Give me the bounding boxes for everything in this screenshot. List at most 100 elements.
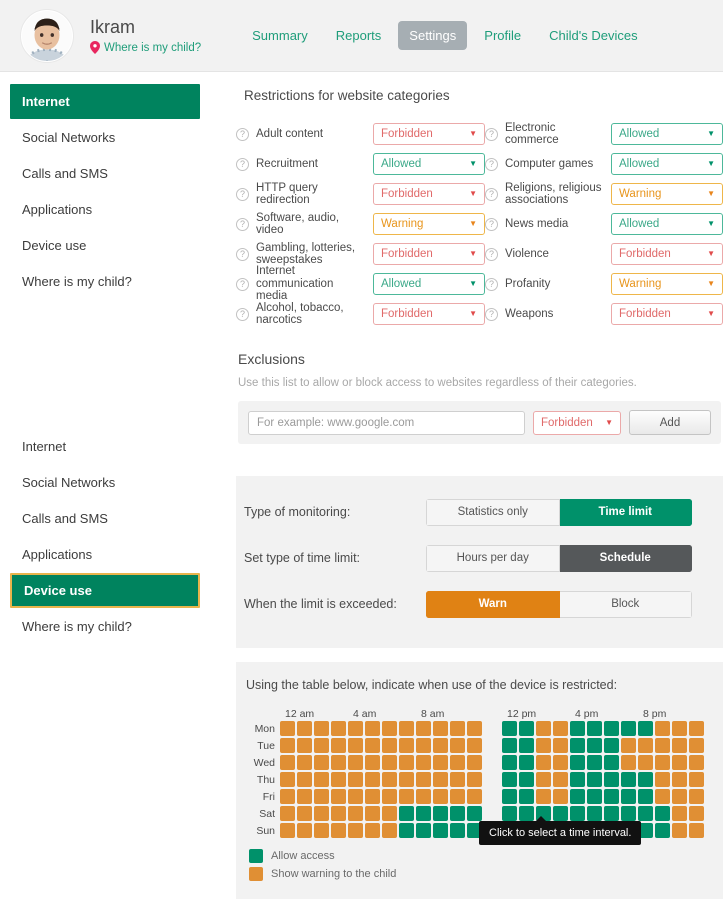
schedule-cell-wed-pm-8[interactable] <box>638 755 653 770</box>
help-icon[interactable]: ? <box>236 277 249 291</box>
schedule-cell-tue-pm-9[interactable] <box>655 738 670 753</box>
schedule-cell-tue-am-1[interactable] <box>297 738 312 753</box>
schedule-cell-thu-pm-7[interactable] <box>621 772 636 787</box>
sidebar-item-internet[interactable]: Internet <box>10 84 200 119</box>
schedule-cell-mon-pm-6[interactable] <box>604 721 619 736</box>
schedule-cell-sat-am-5[interactable] <box>365 806 380 821</box>
nav-item-childs-devices[interactable]: Child's Devices <box>538 21 648 50</box>
schedule-cell-wed-pm-9[interactable] <box>655 755 670 770</box>
schedule-cell-wed-am-1[interactable] <box>297 755 312 770</box>
help-icon[interactable]: ? <box>485 217 498 231</box>
schedule-cell-sat-am-2[interactable] <box>314 806 329 821</box>
schedule-cell-fri-am-4[interactable] <box>348 789 363 804</box>
schedule-cell-thu-am-4[interactable] <box>348 772 363 787</box>
help-icon[interactable]: ? <box>236 217 249 231</box>
schedule-cell-fri-am-6[interactable] <box>382 789 397 804</box>
schedule-cell-mon-am-6[interactable] <box>382 721 397 736</box>
schedule-cell-sun-am-7[interactable] <box>399 823 414 838</box>
category-dropdown-gambling[interactable]: Forbidden ▼ <box>373 243 485 265</box>
schedule-cell-mon-am-4[interactable] <box>348 721 363 736</box>
help-icon[interactable]: ? <box>236 127 249 141</box>
sidebar2-item-internet[interactable]: Internet <box>0 429 236 464</box>
sidebar2-item-where-is-my-child[interactable]: Where is my child? <box>0 609 236 644</box>
schedule-cell-sun-pm-9[interactable] <box>655 823 670 838</box>
nav-item-profile[interactable]: Profile <box>473 21 532 50</box>
schedule-cell-thu-pm-3[interactable] <box>553 772 568 787</box>
schedule-cell-sat-pm-4[interactable] <box>570 806 585 821</box>
schedule-cell-mon-am-10[interactable] <box>450 721 465 736</box>
toggle-hours-per-day[interactable]: Hours per day <box>426 544 560 572</box>
help-icon[interactable]: ? <box>485 277 498 291</box>
schedule-cell-mon-pm-8[interactable] <box>638 721 653 736</box>
schedule-cell-mon-am-9[interactable] <box>433 721 448 736</box>
sidebar-item-social-networks[interactable]: Social Networks <box>0 120 236 155</box>
help-icon[interactable]: ? <box>236 307 249 321</box>
schedule-cell-thu-pm-1[interactable] <box>519 772 534 787</box>
schedule-cell-sun-am-6[interactable] <box>382 823 397 838</box>
help-icon[interactable]: ? <box>236 157 249 171</box>
schedule-cell-sat-pm-6[interactable] <box>604 806 619 821</box>
schedule-cell-sat-am-0[interactable] <box>280 806 295 821</box>
schedule-cell-sat-pm-8[interactable] <box>638 806 653 821</box>
schedule-cell-thu-am-7[interactable] <box>399 772 414 787</box>
category-dropdown-violence[interactable]: Forbidden ▼ <box>611 243 723 265</box>
schedule-cell-thu-am-0[interactable] <box>280 772 295 787</box>
avatar[interactable] <box>20 8 74 63</box>
schedule-cell-tue-pm-2[interactable] <box>536 738 551 753</box>
schedule-cell-tue-am-6[interactable] <box>382 738 397 753</box>
schedule-cell-fri-am-2[interactable] <box>314 789 329 804</box>
schedule-cell-wed-pm-1[interactable] <box>519 755 534 770</box>
schedule-cell-thu-am-8[interactable] <box>416 772 431 787</box>
schedule-cell-wed-pm-4[interactable] <box>570 755 585 770</box>
category-dropdown-software-audio-video[interactable]: Warning ▼ <box>373 213 485 235</box>
schedule-cell-wed-am-4[interactable] <box>348 755 363 770</box>
category-dropdown-internet-communication-media[interactable]: Allowed ▼ <box>373 273 485 295</box>
schedule-cell-fri-pm-7[interactable] <box>621 789 636 804</box>
schedule-cell-sun-am-10[interactable] <box>450 823 465 838</box>
sidebar2-item-applications[interactable]: Applications <box>0 537 236 572</box>
category-dropdown-recruitment[interactable]: Allowed ▼ <box>373 153 485 175</box>
schedule-cell-tue-pm-8[interactable] <box>638 738 653 753</box>
schedule-cell-fri-pm-6[interactable] <box>604 789 619 804</box>
schedule-cell-mon-am-7[interactable] <box>399 721 414 736</box>
schedule-cell-tue-pm-0[interactable] <box>502 738 517 753</box>
schedule-cell-sat-pm-5[interactable] <box>587 806 602 821</box>
schedule-cell-wed-pm-5[interactable] <box>587 755 602 770</box>
schedule-cell-thu-am-2[interactable] <box>314 772 329 787</box>
schedule-cell-fri-pm-2[interactable] <box>536 789 551 804</box>
nav-item-settings[interactable]: Settings <box>398 21 468 50</box>
schedule-cell-wed-pm-10[interactable] <box>672 755 687 770</box>
schedule-cell-sun-am-8[interactable] <box>416 823 431 838</box>
schedule-cell-tue-am-3[interactable] <box>331 738 346 753</box>
schedule-cell-tue-pm-4[interactable] <box>570 738 585 753</box>
schedule-cell-thu-am-9[interactable] <box>433 772 448 787</box>
schedule-cell-sat-am-6[interactable] <box>382 806 397 821</box>
schedule-cell-fri-pm-5[interactable] <box>587 789 602 804</box>
schedule-cell-thu-am-11[interactable] <box>467 772 482 787</box>
schedule-cell-tue-pm-5[interactable] <box>587 738 602 753</box>
sidebar-item-applications[interactable]: Applications <box>0 192 236 227</box>
category-dropdown-adult-content[interactable]: Forbidden ▼ <box>373 123 485 145</box>
schedule-cell-sat-am-7[interactable] <box>399 806 414 821</box>
schedule-cell-wed-am-5[interactable] <box>365 755 380 770</box>
schedule-cell-thu-pm-6[interactable] <box>604 772 619 787</box>
sidebar2-item-calls-and-sms[interactable]: Calls and SMS <box>0 501 236 536</box>
schedule-cell-fri-pm-3[interactable] <box>553 789 568 804</box>
schedule-cell-fri-am-5[interactable] <box>365 789 380 804</box>
where-is-my-child-link[interactable]: Where is my child? <box>90 41 201 54</box>
schedule-cell-thu-pm-9[interactable] <box>655 772 670 787</box>
schedule-cell-thu-am-10[interactable] <box>450 772 465 787</box>
schedule-cell-fri-am-8[interactable] <box>416 789 431 804</box>
schedule-cell-wed-am-10[interactable] <box>450 755 465 770</box>
schedule-cell-tue-pm-10[interactable] <box>672 738 687 753</box>
schedule-cell-sat-am-8[interactable] <box>416 806 431 821</box>
sidebar2-item-social-networks[interactable]: Social Networks <box>0 465 236 500</box>
schedule-cell-fri-pm-0[interactable] <box>502 789 517 804</box>
schedule-cell-sun-am-1[interactable] <box>297 823 312 838</box>
toggle-schedule[interactable]: Schedule <box>559 544 692 572</box>
category-dropdown-profanity[interactable]: Warning ▼ <box>611 273 723 295</box>
schedule-cell-fri-am-7[interactable] <box>399 789 414 804</box>
schedule-cell-tue-pm-6[interactable] <box>604 738 619 753</box>
schedule-cell-tue-am-2[interactable] <box>314 738 329 753</box>
schedule-cell-thu-pm-4[interactable] <box>570 772 585 787</box>
